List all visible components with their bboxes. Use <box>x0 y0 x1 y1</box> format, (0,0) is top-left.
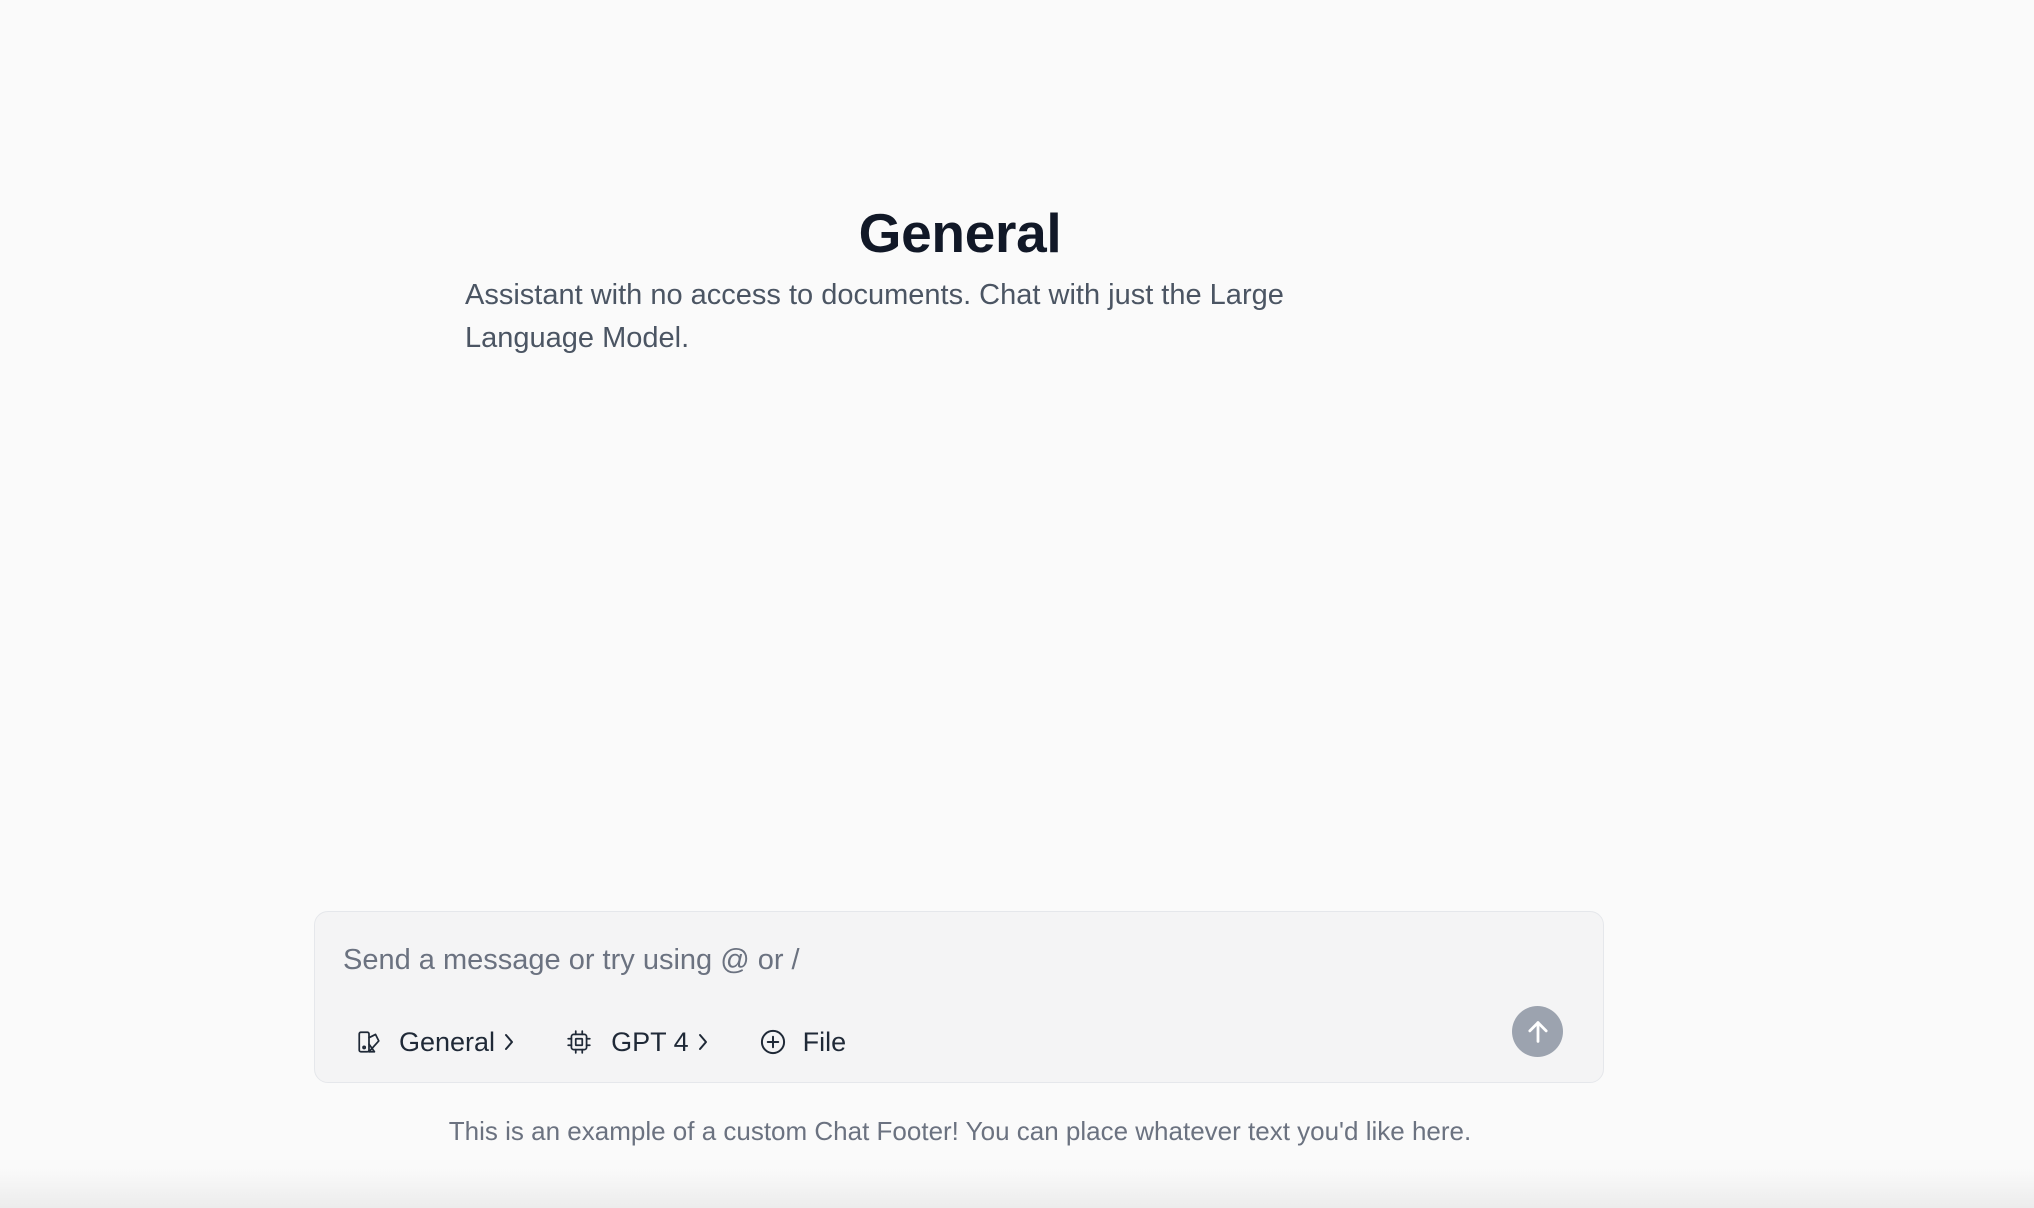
assistant-icon <box>355 1028 383 1056</box>
model-selector[interactable]: GPT 4 <box>565 1024 711 1060</box>
assistant-title: General <box>858 202 1062 264</box>
message-input[interactable] <box>343 938 1523 982</box>
model-selector-label: GPT 4 <box>611 1026 689 1057</box>
attach-file-label: File <box>802 1026 847 1057</box>
chevron-right-icon <box>501 1028 517 1056</box>
cpu-chip-icon <box>565 1028 593 1056</box>
arrow-up-icon <box>1524 1018 1552 1046</box>
chat-composer: General GPT 4 <box>314 911 1604 1083</box>
attach-file-button[interactable]: File <box>759 1024 847 1060</box>
bottom-fade <box>0 1168 2034 1208</box>
assistant-selector-label: General <box>399 1026 496 1057</box>
plus-circle-icon <box>759 1028 787 1056</box>
assistant-header: General <box>0 198 1920 268</box>
assistant-description: Assistant with no access to documents. C… <box>465 279 1284 354</box>
assistant-selector[interactable]: General <box>355 1024 517 1060</box>
chevron-right-icon <box>695 1028 711 1056</box>
composer-toolbar: General GPT 4 File <box>355 1024 846 1060</box>
chat-footer: This is an example of a custom Chat Foot… <box>448 1116 1472 1146</box>
send-button[interactable] <box>1512 1006 1563 1057</box>
